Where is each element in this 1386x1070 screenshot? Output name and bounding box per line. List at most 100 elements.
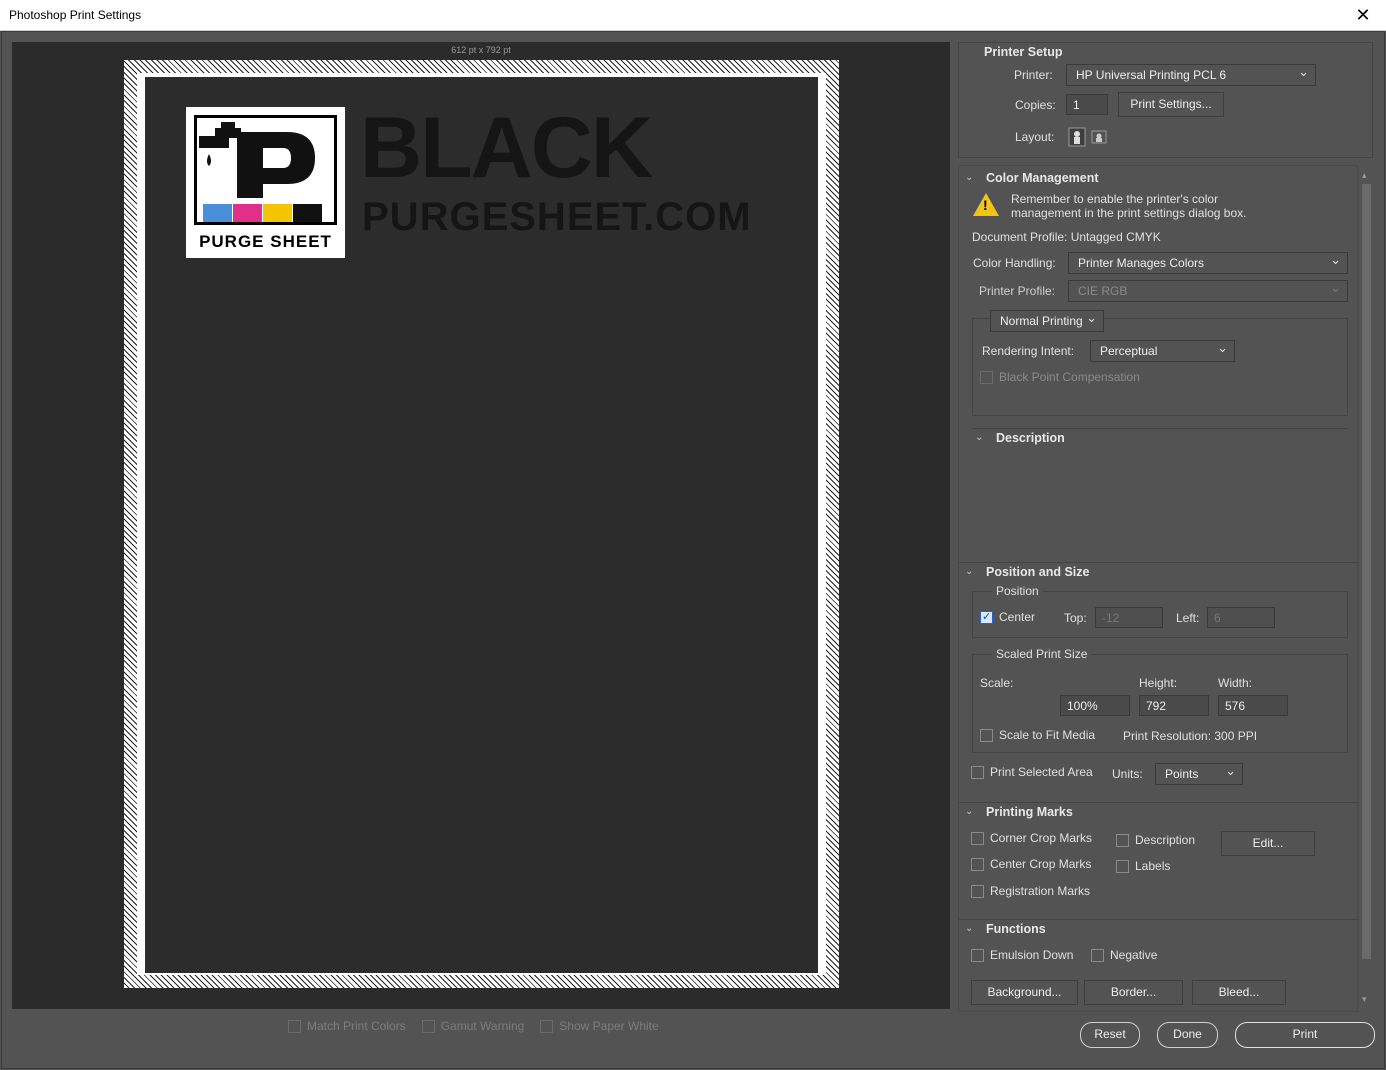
position-group-title: Position (992, 584, 1043, 598)
brand-title: BLACK (360, 100, 653, 196)
color-handling-label: Color Handling: (973, 256, 1056, 270)
width-input[interactable]: 576 (1218, 695, 1288, 716)
printing-marks-title: Printing Marks (986, 805, 1073, 819)
scaled-size-group-title: Scaled Print Size (992, 647, 1092, 661)
printer-select[interactable]: HP Universal Printing PCL 6 (1066, 64, 1316, 86)
bleed-button[interactable]: Bleed... (1192, 980, 1286, 1005)
left-input[interactable]: 6 (1207, 607, 1275, 628)
black-point-checkbox[interactable] (980, 370, 993, 384)
border-button[interactable]: Border... (1084, 980, 1183, 1005)
match-print-colors-label: Match Print Colors (307, 1019, 406, 1033)
labels-option[interactable]: Labels (1116, 859, 1170, 873)
emulsion-down-option[interactable]: Emulsion Down (971, 948, 1073, 962)
corner-crop-option[interactable]: Corner Crop Marks (971, 831, 1092, 845)
title-bar: Photoshop Print Settings ✕ (0, 0, 1386, 31)
page-size-label: 612 pt x 792 pt (451, 45, 511, 55)
gamut-warning-checkbox[interactable] (421, 1019, 435, 1033)
black-point-option[interactable]: Black Point Compensation (980, 370, 1140, 384)
show-paper-white-option[interactable]: Show Paper White (540, 1018, 659, 1034)
negative-checkbox[interactable] (1091, 948, 1104, 962)
negative-label: Negative (1110, 948, 1158, 962)
logo-caption: PURGE SHEET (199, 232, 332, 251)
divider (959, 919, 1359, 920)
match-print-colors-option[interactable]: Match Print Colors (288, 1018, 406, 1034)
scale-to-fit-option[interactable]: Scale to Fit Media (980, 728, 1095, 742)
background-button[interactable]: Background... (971, 980, 1078, 1005)
copies-input[interactable]: 1 (1066, 94, 1108, 115)
document-profile: Document Profile: Untagged CMYK (972, 230, 1161, 244)
center-option[interactable]: Center (980, 610, 1035, 624)
divider (959, 562, 1359, 563)
purge-sheet-logo: PURGE SHEET (186, 107, 345, 258)
height-input[interactable]: 792 (1139, 695, 1209, 716)
paper-sheet: PURGE SHEET BLACK PURGESHEET.COM (124, 60, 839, 988)
rendering-intent-label: Rendering Intent: (982, 344, 1075, 358)
position-size-chevron-icon[interactable]: ⌄ (965, 566, 973, 577)
description-mark-option[interactable]: Description (1116, 833, 1195, 847)
color-handling-select[interactable]: Printer Manages Colors (1068, 252, 1348, 274)
center-checkbox[interactable] (980, 610, 993, 624)
settings-scrollbar[interactable]: ▴ ▾ (1360, 168, 1373, 1008)
faucet-p-icon (199, 122, 322, 224)
registration-option[interactable]: Registration Marks (971, 884, 1090, 898)
scale-label: Scale: (980, 676, 1014, 690)
reset-button[interactable]: Reset (1080, 1022, 1140, 1048)
gamut-warning-option[interactable]: Gamut Warning (421, 1018, 525, 1034)
layout-label: Layout: (1015, 130, 1055, 144)
center-crop-option[interactable]: Center Crop Marks (971, 857, 1091, 871)
match-print-colors-checkbox[interactable] (288, 1019, 301, 1033)
center-crop-checkbox[interactable] (971, 857, 984, 871)
functions-title: Functions (986, 922, 1046, 936)
corner-crop-checkbox[interactable] (971, 831, 984, 845)
printing-marks-chevron-icon[interactable]: ⌄ (965, 806, 973, 817)
show-paper-white-label: Show Paper White (559, 1019, 659, 1033)
top-input[interactable]: -12 (1095, 607, 1163, 628)
close-icon[interactable]: ✕ (1340, 0, 1386, 31)
printing-mode-select[interactable]: Normal Printing (990, 310, 1104, 332)
print-settings-button[interactable]: Print Settings... (1118, 92, 1224, 117)
landscape-layout-icon[interactable] (1091, 130, 1107, 144)
height-label: Height: (1139, 676, 1178, 690)
copies-label: Copies: (1015, 98, 1056, 112)
done-button[interactable]: Done (1157, 1022, 1218, 1048)
registration-label: Registration Marks (990, 884, 1091, 898)
rendering-intent-select[interactable]: Perceptual (1090, 340, 1235, 362)
scroll-down-icon[interactable]: ▾ (1362, 994, 1367, 1005)
negative-option[interactable]: Negative (1091, 948, 1157, 962)
printable-area: PURGE SHEET BLACK PURGESHEET.COM (145, 77, 818, 973)
print-preview: 612 pt x 792 pt PURGE SHEET BLACK PURGES… (12, 42, 950, 1009)
print-resolution: Print Resolution: 300 PPI (1123, 729, 1258, 743)
portrait-layout-icon[interactable] (1068, 127, 1086, 147)
warning-line-1: Remember to enable the printer's color (1011, 192, 1219, 206)
description-mark-label: Description (1135, 833, 1196, 847)
warning-icon: ! (973, 193, 999, 216)
width-label: Width: (1218, 676, 1253, 690)
color-management-title: Color Management (986, 171, 1099, 185)
scale-to-fit-label: Scale to Fit Media (999, 728, 1096, 742)
description-chevron-icon[interactable]: ⌄ (975, 432, 983, 443)
gamut-warning-label: Gamut Warning (440, 1019, 525, 1033)
preview-options: Match Print Colors Gamut Warning Show Pa… (288, 1018, 659, 1034)
units-label: Units: (1112, 767, 1143, 781)
printer-label: Printer: (1014, 68, 1053, 82)
left-label: Left: (1176, 611, 1200, 625)
printer-profile-select[interactable]: CIE RGB (1068, 280, 1348, 302)
registration-checkbox[interactable] (971, 884, 984, 898)
scale-input[interactable]: 100% (1060, 695, 1130, 716)
functions-chevron-icon[interactable]: ⌄ (965, 923, 973, 934)
edit-button[interactable]: Edit... (1221, 831, 1315, 856)
color-management-chevron-icon[interactable]: ⌄ (965, 172, 973, 183)
show-paper-white-checkbox[interactable] (540, 1019, 554, 1033)
scale-to-fit-checkbox[interactable] (980, 728, 993, 742)
scroll-up-icon[interactable]: ▴ (1362, 170, 1367, 181)
center-label: Center (999, 610, 1036, 624)
units-select[interactable]: Points (1155, 763, 1243, 785)
print-selected-area-checkbox[interactable] (971, 765, 984, 779)
labels-checkbox[interactable] (1116, 859, 1129, 873)
print-selected-area-option[interactable]: Print Selected Area (971, 765, 1093, 779)
scroll-thumb[interactable] (1362, 184, 1371, 959)
position-size-title: Position and Size (986, 565, 1090, 579)
emulsion-down-checkbox[interactable] (971, 948, 984, 962)
description-mark-checkbox[interactable] (1116, 833, 1129, 847)
print-button[interactable]: Print (1235, 1022, 1375, 1048)
